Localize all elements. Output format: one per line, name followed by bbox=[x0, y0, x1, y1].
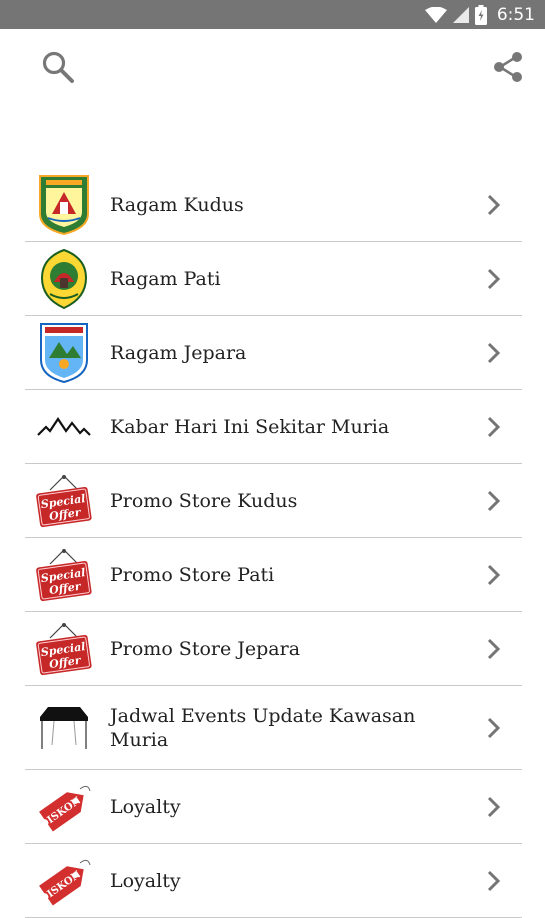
menu-item-label: Jadwal Events Update Kawasan Muria bbox=[110, 704, 416, 751]
menu-item-promo-store-jepara[interactable]: Special Offer Promo Store Jepara bbox=[25, 612, 522, 686]
diskon-tag-icon: DISKON bbox=[33, 776, 95, 838]
menu-item-label: Ragam Kudus bbox=[110, 193, 244, 216]
chevron-right-icon bbox=[487, 870, 501, 891]
chevron-right-icon bbox=[487, 268, 501, 289]
special-offer-sign-icon: Special Offer bbox=[33, 470, 95, 532]
menu-item-jadwal-events[interactable]: Jadwal Events Update Kawasan Muria bbox=[25, 686, 522, 770]
search-icon bbox=[42, 51, 74, 83]
menu-item-ragam-jepara[interactable]: Ragam Jepara bbox=[25, 316, 522, 390]
status-time: 6:51 bbox=[496, 4, 535, 25]
menu-item-label: Promo Store Jepara bbox=[110, 637, 301, 660]
chevron-right-icon bbox=[487, 342, 501, 363]
menu-list: Ragam Kudus Ragam Pati Ragam Jepara Kaba… bbox=[25, 168, 522, 918]
menu-item-kabar-hari-ini[interactable]: Kabar Hari Ini Sekitar Muria bbox=[25, 390, 522, 464]
jepara-emblem-icon bbox=[33, 322, 95, 384]
chevron-right-icon bbox=[487, 416, 501, 437]
special-offer-sign-icon: Special Offer bbox=[33, 544, 95, 606]
menu-item-promo-store-kudus[interactable]: Special Offer Promo Store Kudus bbox=[25, 464, 522, 538]
menu-item-label: Promo Store Kudus bbox=[110, 489, 298, 512]
chevron-right-icon bbox=[487, 564, 501, 585]
chevron-right-icon bbox=[487, 717, 501, 738]
menu-item-label: Ragam Pati bbox=[110, 267, 221, 290]
chevron-right-icon bbox=[487, 638, 501, 659]
menu-item-label: Ragam Jepara bbox=[110, 341, 247, 364]
menu-item-label: Loyalty bbox=[110, 869, 181, 892]
chevron-right-icon bbox=[487, 796, 501, 817]
menu-item-label: Promo Store Pati bbox=[110, 563, 275, 586]
kudus-emblem-icon bbox=[33, 174, 95, 236]
menu-item-label: Loyalty bbox=[110, 795, 181, 818]
chevron-right-icon bbox=[487, 194, 501, 215]
menu-item-loyalty[interactable]: DISKON Loyalty bbox=[25, 770, 522, 844]
share-button[interactable] bbox=[490, 49, 526, 85]
battery-icon bbox=[474, 4, 487, 25]
chevron-right-icon bbox=[487, 490, 501, 511]
toolbar bbox=[0, 29, 545, 105]
mountains-icon bbox=[33, 396, 95, 458]
menu-item-promo-store-pati[interactable]: Special Offer Promo Store Pati bbox=[25, 538, 522, 612]
menu-item-ragam-pati[interactable]: Ragam Pati bbox=[25, 242, 522, 316]
special-offer-sign-icon: Special Offer bbox=[33, 618, 95, 680]
diskon-tag-icon: DISKON bbox=[33, 850, 95, 912]
menu-item-ragam-kudus[interactable]: Ragam Kudus bbox=[25, 168, 522, 242]
pati-emblem-icon bbox=[33, 248, 95, 310]
menu-item-label: Kabar Hari Ini Sekitar Muria bbox=[110, 415, 390, 438]
menu-item-loyalty[interactable]: DISKON Loyalty bbox=[25, 844, 522, 918]
event-tent-icon bbox=[33, 697, 95, 759]
signal-icon bbox=[452, 6, 469, 23]
wifi-icon bbox=[424, 6, 447, 23]
status-bar: 6:51 bbox=[0, 0, 545, 29]
share-icon bbox=[494, 52, 522, 82]
search-button[interactable] bbox=[40, 49, 76, 85]
